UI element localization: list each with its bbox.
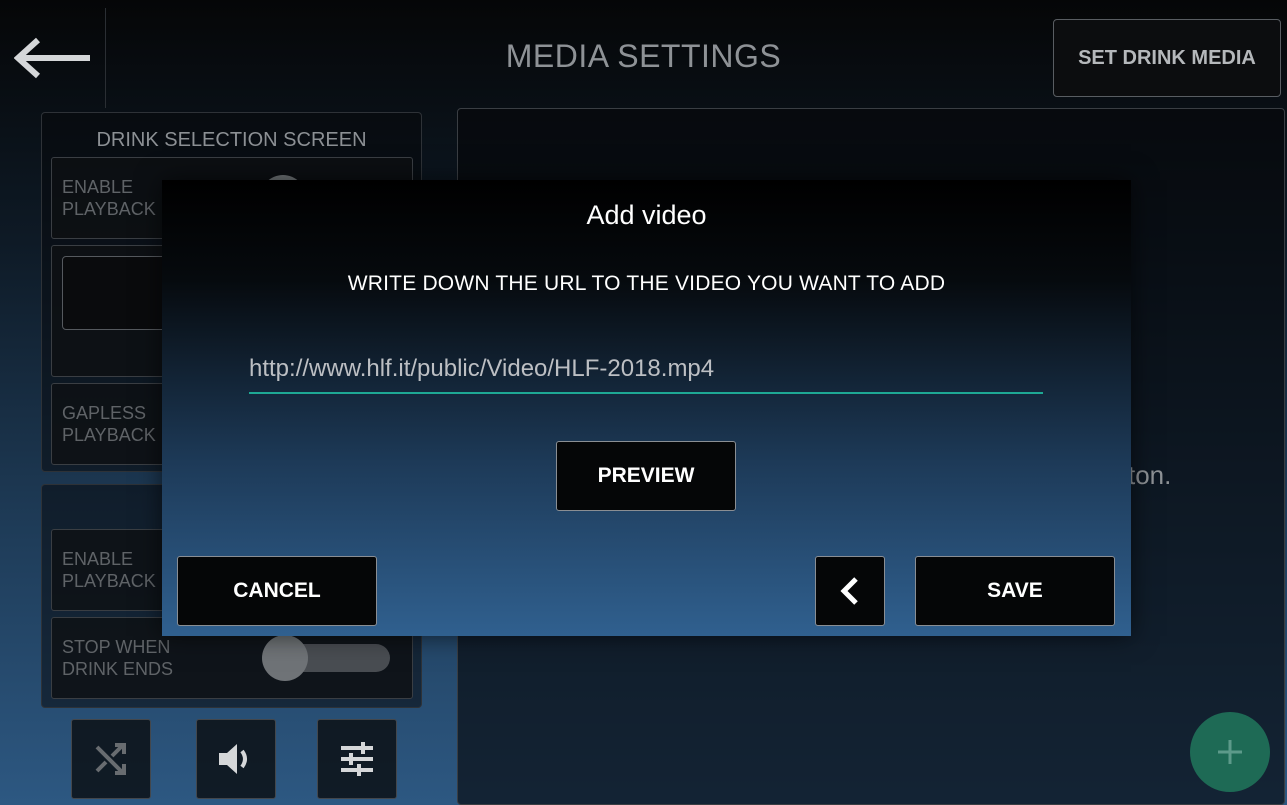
url-input[interactable]	[249, 350, 1043, 394]
plus-icon	[1218, 740, 1242, 764]
dialog-title: Add video	[586, 200, 707, 230]
dialog-message: WRITE DOWN THE URL TO THE VIDEO YOU WANT…	[347, 272, 946, 295]
top-bar: MEDIA SETTINGS SET DRINK MEDIA	[0, 0, 1287, 112]
enable-playback-label: ENABLE PLAYBACK	[62, 549, 156, 591]
add-video-dialog: Add video WRITE DOWN THE URL TO THE VIDE…	[162, 180, 1131, 636]
set-drink-media-button[interactable]: SET DRINK MEDIA	[1053, 19, 1281, 97]
volume-button[interactable]	[196, 719, 276, 799]
volume-icon	[219, 744, 247, 774]
shuffle-icon	[95, 743, 126, 775]
shuffle-button[interactable]	[71, 719, 151, 799]
panel-title: DRINK SELECTION SCREEN	[96, 129, 367, 151]
back-button[interactable]	[815, 556, 885, 626]
gapless-playback-label: GAPLESS PLAYBACK	[62, 403, 156, 445]
chevron-left-icon	[840, 577, 858, 605]
save-button[interactable]: SAVE	[915, 556, 1115, 626]
stop-when-toggle[interactable]	[262, 635, 390, 681]
add-video-fab[interactable]	[1190, 712, 1270, 792]
empty-list-hint: ton.	[1128, 460, 1172, 490]
preview-button[interactable]: PREVIEW	[556, 441, 736, 511]
equalizer-icon	[341, 742, 373, 776]
stop-when-label: STOP WHEN DRINK ENDS	[62, 637, 174, 679]
equalizer-button[interactable]	[317, 719, 397, 799]
cancel-button[interactable]: CANCEL	[177, 556, 377, 626]
enable-playback-label: ENABLE PLAYBACK	[62, 177, 156, 219]
